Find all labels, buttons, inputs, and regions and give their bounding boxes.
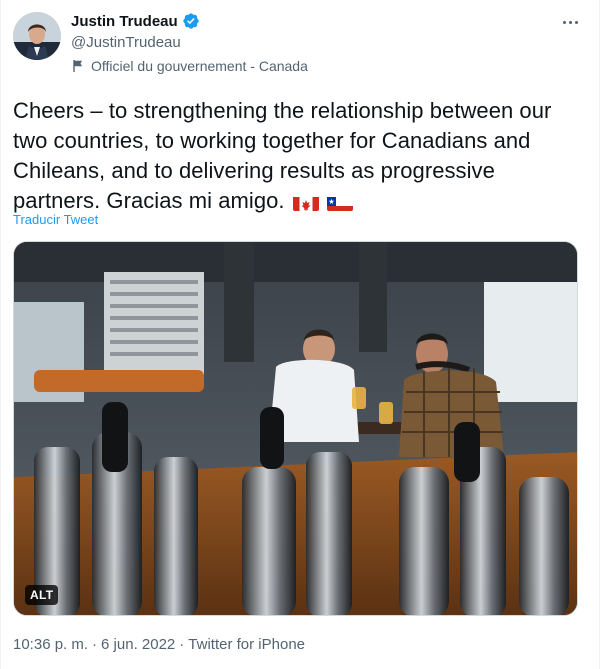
alt-badge[interactable]: ALT bbox=[25, 585, 59, 605]
separator: · bbox=[179, 636, 185, 653]
canada-flag-icon bbox=[292, 193, 319, 211]
flag-icon bbox=[71, 59, 85, 73]
more-options-icon[interactable] bbox=[555, 10, 585, 34]
author-name[interactable]: Justin Trudeau bbox=[71, 13, 178, 30]
tweet-card: Justin Trudeau @JustinTrudeau Officiel d… bbox=[0, 0, 600, 669]
avatar-image bbox=[13, 12, 61, 60]
tweet-source[interactable]: Twitter for iPhone bbox=[188, 636, 305, 653]
tweet-metadata: 10:36 p. m. · 6 jun. 2022 · Twitter for … bbox=[13, 636, 305, 653]
verified-badge-icon bbox=[182, 12, 200, 30]
name-row: Justin Trudeau bbox=[71, 12, 200, 30]
affiliation-label: Officiel du gouvernement - Canada bbox=[71, 58, 308, 74]
tweet-photo[interactable] bbox=[13, 241, 578, 616]
translate-tweet-link[interactable]: Traducir Tweet bbox=[13, 212, 98, 227]
author-handle[interactable]: @JustinTrudeau bbox=[71, 34, 181, 51]
chile-flag-icon bbox=[326, 193, 353, 211]
tweet-text: Cheers – to strengthening the relationsh… bbox=[13, 96, 573, 216]
tweet-date[interactable]: 6 jun. 2022 bbox=[101, 636, 175, 653]
separator: · bbox=[92, 636, 98, 653]
affiliation-text: Officiel du gouvernement - Canada bbox=[91, 58, 308, 74]
tweet-text-content: Cheers – to strengthening the relationsh… bbox=[13, 98, 552, 213]
avatar[interactable] bbox=[13, 12, 61, 60]
photo-image bbox=[14, 242, 577, 615]
tweet-time[interactable]: 10:36 p. m. bbox=[13, 636, 88, 653]
